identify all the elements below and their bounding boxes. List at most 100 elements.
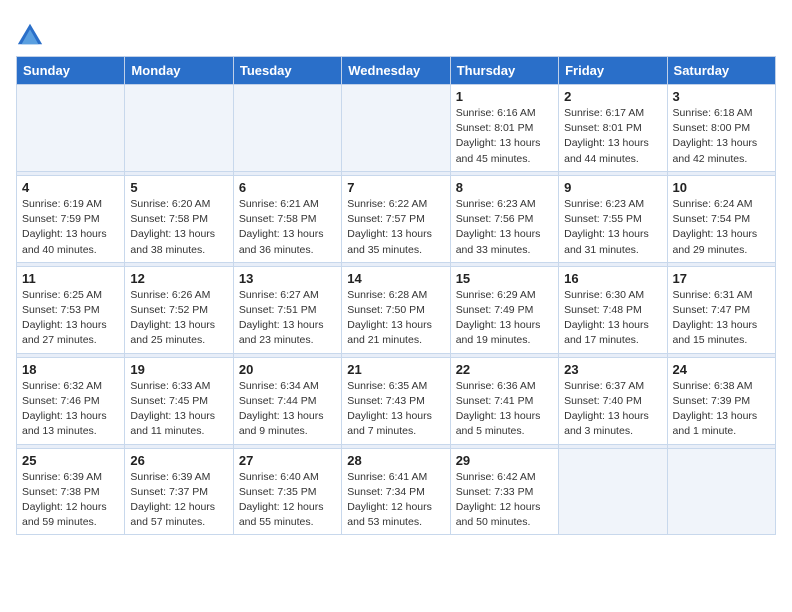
calendar-week-row: 4 Sunrise: 6:19 AM Sunset: 7:59 PM Daylig… xyxy=(17,175,776,262)
calendar-week-row: 1Sunrise: 6:16 AM Sunset: 8:01 PM Daylig… xyxy=(17,85,776,172)
calendar-cell: 23 Sunrise: 6:37 AM Sunset: 7:40 PM Dayli… xyxy=(559,357,667,444)
day-number: 20 xyxy=(239,362,336,377)
day-detail: Sunrise: 6:35 AM Sunset: 7:43 PM Dayligh… xyxy=(347,379,444,440)
day-detail: Sunrise: 6:39 AM Sunset: 7:38 PM Dayligh… xyxy=(22,470,119,531)
day-number: 16 xyxy=(564,271,661,286)
day-detail: Sunrise: 6:40 AM Sunset: 7:35 PM Dayligh… xyxy=(239,470,336,531)
calendar-cell: 29 Sunrise: 6:42 AM Sunset: 7:33 PM Dayli… xyxy=(450,448,558,535)
day-number: 17 xyxy=(673,271,770,286)
day-detail: Sunrise: 6:33 AM Sunset: 7:45 PM Dayligh… xyxy=(130,379,227,440)
day-number: 22 xyxy=(456,362,553,377)
weekday-header-monday: Monday xyxy=(125,57,233,85)
day-detail: Sunrise: 6:27 AM Sunset: 7:51 PM Dayligh… xyxy=(239,288,336,349)
calendar-cell: 15 Sunrise: 6:29 AM Sunset: 7:49 PM Dayli… xyxy=(450,266,558,353)
calendar-week-row: 11 Sunrise: 6:25 AM Sunset: 7:53 PM Dayli… xyxy=(17,266,776,353)
calendar-cell: 11 Sunrise: 6:25 AM Sunset: 7:53 PM Dayli… xyxy=(17,266,125,353)
calendar-cell: 16 Sunrise: 6:30 AM Sunset: 7:48 PM Dayli… xyxy=(559,266,667,353)
calendar-cell: 6 Sunrise: 6:21 AM Sunset: 7:58 PM Daylig… xyxy=(233,175,341,262)
calendar-cell: 13 Sunrise: 6:27 AM Sunset: 7:51 PM Dayli… xyxy=(233,266,341,353)
calendar-cell: 2Sunrise: 6:17 AM Sunset: 8:01 PM Daylig… xyxy=(559,85,667,172)
weekday-header-wednesday: Wednesday xyxy=(342,57,450,85)
calendar-cell: 14 Sunrise: 6:28 AM Sunset: 7:50 PM Dayli… xyxy=(342,266,450,353)
day-detail: Sunrise: 6:34 AM Sunset: 7:44 PM Dayligh… xyxy=(239,379,336,440)
day-number: 28 xyxy=(347,453,444,468)
calendar-cell: 18Sunrise: 6:32 AM Sunset: 7:46 PM Dayli… xyxy=(17,357,125,444)
day-detail: Sunrise: 6:21 AM Sunset: 7:58 PM Dayligh… xyxy=(239,197,336,258)
day-detail: Sunrise: 6:24 AM Sunset: 7:54 PM Dayligh… xyxy=(673,197,770,258)
day-detail: Sunrise: 6:39 AM Sunset: 7:37 PM Dayligh… xyxy=(130,470,227,531)
day-number: 25 xyxy=(22,453,119,468)
calendar-cell: 20 Sunrise: 6:34 AM Sunset: 7:44 PM Dayli… xyxy=(233,357,341,444)
day-detail: Sunrise: 6:18 AM Sunset: 8:00 PM Dayligh… xyxy=(673,106,770,167)
day-detail: Sunrise: 6:29 AM Sunset: 7:49 PM Dayligh… xyxy=(456,288,553,349)
calendar-cell: 25 Sunrise: 6:39 AM Sunset: 7:38 PM Dayli… xyxy=(17,448,125,535)
calendar-cell xyxy=(233,85,341,172)
calendar-week-row: 18Sunrise: 6:32 AM Sunset: 7:46 PM Dayli… xyxy=(17,357,776,444)
calendar-cell: 10 Sunrise: 6:24 AM Sunset: 7:54 PM Dayli… xyxy=(667,175,775,262)
day-detail: Sunrise: 6:23 AM Sunset: 7:55 PM Dayligh… xyxy=(564,197,661,258)
weekday-header-sunday: Sunday xyxy=(17,57,125,85)
weekday-header-thursday: Thursday xyxy=(450,57,558,85)
day-detail: Sunrise: 6:28 AM Sunset: 7:50 PM Dayligh… xyxy=(347,288,444,349)
logo-icon xyxy=(16,20,44,48)
day-number: 6 xyxy=(239,180,336,195)
calendar-cell xyxy=(342,85,450,172)
day-number: 26 xyxy=(130,453,227,468)
calendar-table: SundayMondayTuesdayWednesdayThursdayFrid… xyxy=(16,56,776,535)
day-detail: Sunrise: 6:20 AM Sunset: 7:58 PM Dayligh… xyxy=(130,197,227,258)
day-number: 10 xyxy=(673,180,770,195)
day-detail: Sunrise: 6:42 AM Sunset: 7:33 PM Dayligh… xyxy=(456,470,553,531)
day-number: 21 xyxy=(347,362,444,377)
page-header xyxy=(16,16,776,48)
weekday-header-friday: Friday xyxy=(559,57,667,85)
day-number: 14 xyxy=(347,271,444,286)
day-number: 24 xyxy=(673,362,770,377)
weekday-header-saturday: Saturday xyxy=(667,57,775,85)
calendar-cell: 8 Sunrise: 6:23 AM Sunset: 7:56 PM Daylig… xyxy=(450,175,558,262)
calendar-cell xyxy=(125,85,233,172)
logo xyxy=(16,20,48,48)
calendar-cell: 21 Sunrise: 6:35 AM Sunset: 7:43 PM Dayli… xyxy=(342,357,450,444)
day-number: 12 xyxy=(130,271,227,286)
day-detail: Sunrise: 6:23 AM Sunset: 7:56 PM Dayligh… xyxy=(456,197,553,258)
day-number: 1 xyxy=(456,89,553,104)
day-detail: Sunrise: 6:41 AM Sunset: 7:34 PM Dayligh… xyxy=(347,470,444,531)
day-number: 11 xyxy=(22,271,119,286)
calendar-cell xyxy=(667,448,775,535)
calendar-cell: 1Sunrise: 6:16 AM Sunset: 8:01 PM Daylig… xyxy=(450,85,558,172)
day-detail: Sunrise: 6:26 AM Sunset: 7:52 PM Dayligh… xyxy=(130,288,227,349)
day-number: 5 xyxy=(130,180,227,195)
day-number: 15 xyxy=(456,271,553,286)
day-number: 13 xyxy=(239,271,336,286)
day-number: 29 xyxy=(456,453,553,468)
day-number: 8 xyxy=(456,180,553,195)
day-detail: Sunrise: 6:32 AM Sunset: 7:46 PM Dayligh… xyxy=(22,379,119,440)
calendar-cell: 4 Sunrise: 6:19 AM Sunset: 7:59 PM Daylig… xyxy=(17,175,125,262)
day-detail: Sunrise: 6:31 AM Sunset: 7:47 PM Dayligh… xyxy=(673,288,770,349)
calendar-cell xyxy=(17,85,125,172)
day-detail: Sunrise: 6:37 AM Sunset: 7:40 PM Dayligh… xyxy=(564,379,661,440)
day-detail: Sunrise: 6:19 AM Sunset: 7:59 PM Dayligh… xyxy=(22,197,119,258)
day-detail: Sunrise: 6:36 AM Sunset: 7:41 PM Dayligh… xyxy=(456,379,553,440)
calendar-cell: 12 Sunrise: 6:26 AM Sunset: 7:52 PM Dayli… xyxy=(125,266,233,353)
calendar-cell: 28 Sunrise: 6:41 AM Sunset: 7:34 PM Dayli… xyxy=(342,448,450,535)
day-number: 23 xyxy=(564,362,661,377)
calendar-cell xyxy=(559,448,667,535)
day-number: 3 xyxy=(673,89,770,104)
calendar-cell: 27 Sunrise: 6:40 AM Sunset: 7:35 PM Dayli… xyxy=(233,448,341,535)
day-number: 27 xyxy=(239,453,336,468)
day-number: 4 xyxy=(22,180,119,195)
calendar-cell: 26 Sunrise: 6:39 AM Sunset: 7:37 PM Dayli… xyxy=(125,448,233,535)
calendar-week-row: 25 Sunrise: 6:39 AM Sunset: 7:38 PM Dayli… xyxy=(17,448,776,535)
calendar-cell: 9 Sunrise: 6:23 AM Sunset: 7:55 PM Daylig… xyxy=(559,175,667,262)
calendar-cell: 5 Sunrise: 6:20 AM Sunset: 7:58 PM Daylig… xyxy=(125,175,233,262)
calendar-cell: 24Sunrise: 6:38 AM Sunset: 7:39 PM Dayli… xyxy=(667,357,775,444)
day-detail: Sunrise: 6:25 AM Sunset: 7:53 PM Dayligh… xyxy=(22,288,119,349)
day-detail: Sunrise: 6:30 AM Sunset: 7:48 PM Dayligh… xyxy=(564,288,661,349)
day-detail: Sunrise: 6:22 AM Sunset: 7:57 PM Dayligh… xyxy=(347,197,444,258)
weekday-header-row: SundayMondayTuesdayWednesdayThursdayFrid… xyxy=(17,57,776,85)
day-number: 7 xyxy=(347,180,444,195)
weekday-header-tuesday: Tuesday xyxy=(233,57,341,85)
calendar-cell: 17 Sunrise: 6:31 AM Sunset: 7:47 PM Dayli… xyxy=(667,266,775,353)
day-number: 9 xyxy=(564,180,661,195)
